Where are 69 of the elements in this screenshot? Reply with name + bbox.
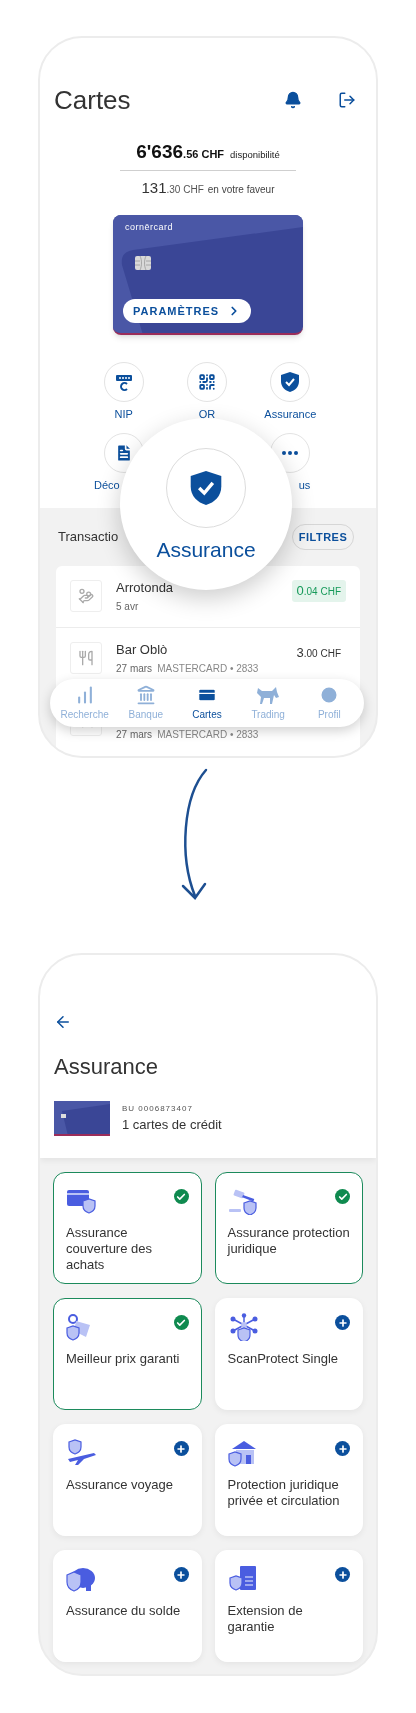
magnified-label: Assurance: [156, 537, 256, 563]
card-brand: cornērcard: [125, 221, 174, 234]
transaction-date: 27 mars: [116, 663, 153, 675]
insurance-card[interactable]: Assurance voyage: [53, 1424, 202, 1536]
credit-label: en votre faveur: [207, 182, 275, 197]
credit-amount: 131.30 CHF: [141, 177, 204, 198]
action-label: NIP: [114, 407, 133, 421]
more-icon: [282, 451, 299, 455]
transaction-amount: 3.00 CHF: [295, 644, 342, 662]
insurance-card[interactable]: Assurance couverture des achats: [53, 1172, 202, 1284]
gavel-shield-icon: [227, 1187, 260, 1215]
insurance-name: Meilleur prix garanti: [66, 1351, 181, 1367]
chip-icon: [135, 256, 151, 270]
insurance-card[interactable]: Protection juridique privée et circulation: [214, 1424, 363, 1536]
card-thumbnail: [54, 1101, 110, 1136]
transaction-name: Bar Oblò: [116, 642, 169, 658]
action-button[interactable]: [103, 362, 144, 402]
action-button[interactable]: [187, 362, 227, 402]
insurance-name: ScanProtect Single: [227, 1351, 340, 1367]
plane-shield-icon: [66, 1439, 98, 1467]
card-shield-icon: [66, 1187, 98, 1215]
balance-label: disponibilité: [230, 148, 280, 162]
add-icon[interactable]: [335, 1315, 350, 1330]
notification-bell-icon[interactable]: [284, 91, 302, 109]
coins-icon: [78, 588, 94, 604]
transaction-date: 5 avr: [116, 601, 139, 613]
insurance-name: Assurance du solde: [66, 1603, 182, 1619]
logout-icon[interactable]: [338, 91, 356, 109]
transaction-name: Arrotonda: [116, 580, 175, 596]
nav-tab[interactable]: Cartes: [177, 684, 236, 722]
insurance-name: Assurance protection juridique: [227, 1225, 350, 1257]
check-icon: [173, 1189, 189, 1204]
check-icon: [335, 1189, 350, 1204]
insurance-card[interactable]: Assurance protection juridique: [214, 1172, 363, 1284]
account-summary: 1 cartes de crédit: [122, 1115, 222, 1134]
add-icon[interactable]: [335, 1441, 350, 1456]
settings-button[interactable]: PARAMÈTRES: [123, 299, 252, 323]
insurance-name: Protection juridique privée et circulation: [227, 1477, 341, 1509]
insurance-card[interactable]: Extension de garantie: [214, 1550, 363, 1662]
bank-icon: [135, 684, 156, 705]
insurance-card[interactable]: Assurance du solde: [53, 1550, 202, 1662]
insurance-card[interactable]: Meilleur prix garanti: [53, 1298, 202, 1410]
shield-check-icon: [280, 371, 301, 393]
transaction-date: 27 mars: [116, 729, 153, 741]
insurance-name: Extension de garantie: [227, 1603, 304, 1635]
add-icon[interactable]: [335, 1567, 350, 1582]
account-number: BU 0006873407: [122, 1102, 194, 1115]
card-number-text: MASTERCARD • 2833: [157, 663, 259, 675]
action-label: QR: [198, 407, 216, 421]
add-icon[interactable]: [173, 1567, 189, 1582]
action-label: Déco: [94, 478, 120, 492]
credit-amount-badge: 0.04 CHF: [291, 580, 346, 602]
insurance-card[interactable]: ScanProtect Single: [214, 1298, 363, 1410]
action-label: Assurance: [264, 407, 317, 421]
keypad-card-icon: [114, 373, 133, 391]
page-title: Assurance: [54, 1053, 159, 1081]
card-number-text: MASTERCARD • 2833: [157, 729, 259, 741]
section-title: Transactio: [58, 528, 119, 547]
action-label: us: [298, 478, 311, 492]
utensils-icon: [78, 650, 94, 666]
page-title: Cartes: [54, 83, 132, 117]
insurance-name: Assurance couverture des achats: [66, 1225, 153, 1273]
action-button[interactable]: [270, 362, 311, 402]
qr-code-icon: [198, 373, 216, 391]
available-balance: 6'636.56 CHF: [136, 140, 225, 164]
shield-check-icon: [189, 469, 223, 507]
check-icon: [173, 1315, 189, 1330]
add-icon[interactable]: [173, 1441, 189, 1456]
insurance-name: Assurance voyage: [66, 1477, 174, 1493]
